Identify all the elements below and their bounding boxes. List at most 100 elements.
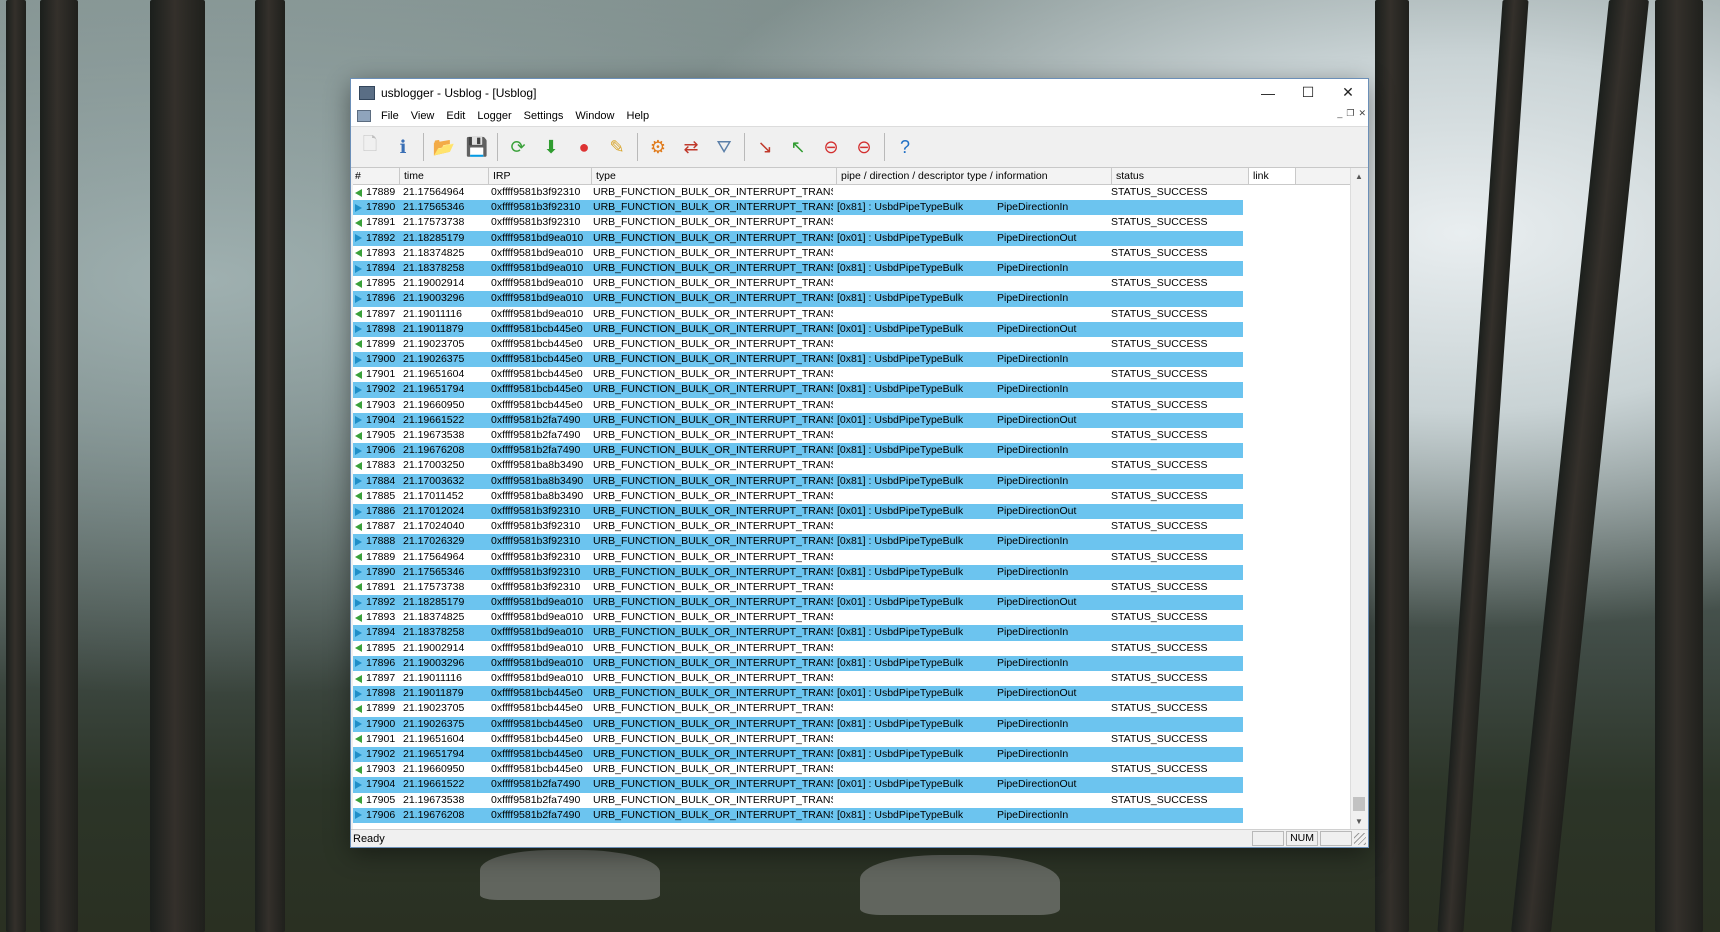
- table-row[interactable]: 17900 21.19026375 0xffff9581bcb445e0 URB_FU…: [353, 352, 1350, 368]
- menu-window[interactable]: Window: [569, 110, 620, 122]
- log-table[interactable]: # time IRP type pipe / direction / descr…: [353, 168, 1350, 829]
- table-row[interactable]: 17890 21.17565346 0xffff9581b3f92310 URB_FU…: [353, 564, 1350, 580]
- table-row[interactable]: 17893 21.18374825 0xffff9581bd9ea010 URB_FU…: [353, 610, 1350, 626]
- table-row[interactable]: 17903 21.19660950 0xffff9581bcb445e0 URB_FU…: [353, 762, 1350, 778]
- refresh-icon[interactable]: ⟳: [503, 132, 533, 162]
- table-row[interactable]: 17896 21.19003296 0xffff9581bd9ea010 URB_FU…: [353, 291, 1350, 307]
- table-row[interactable]: 17901 21.19651604 0xffff9581bcb445e0 URB_FU…: [353, 367, 1350, 383]
- column-header-number[interactable]: #: [353, 168, 400, 184]
- open-folder-icon[interactable]: 📂: [429, 132, 459, 162]
- table-row[interactable]: 17906 21.19676208 0xffff9581b2fa7490 URB_FU…: [353, 807, 1350, 823]
- scroll-up-icon[interactable]: ▲: [1351, 168, 1367, 184]
- mdi-minimize-button[interactable]: _: [1337, 108, 1342, 119]
- stop-in-icon[interactable]: ⊖: [816, 132, 846, 162]
- table-row[interactable]: 17891 21.17573738 0xffff9581b3f92310 URB_FU…: [353, 215, 1350, 231]
- table-row[interactable]: 17894 21.18378258 0xffff9581bd9ea010 URB_FU…: [353, 260, 1350, 277]
- table-row[interactable]: 17897 21.19011116 0xffff9581bd9ea010 URB_FU…: [353, 671, 1350, 687]
- cell-irp: 0xffff9581b2fa7490: [487, 443, 589, 459]
- table-row[interactable]: 17887 21.17024040 0xffff9581b3f92310 URB_FU…: [353, 519, 1350, 535]
- cell-time: 21.18378258: [399, 260, 487, 277]
- table-row[interactable]: 17903 21.19660950 0xffff9581bcb445e0 URB_FU…: [353, 397, 1350, 413]
- cell-link: [1243, 701, 1289, 717]
- menu-edit[interactable]: Edit: [440, 110, 471, 122]
- info-icon[interactable]: ℹ: [388, 132, 418, 162]
- row-number: 17889: [366, 186, 396, 198]
- table-row[interactable]: 17885 21.17011452 0xffff9581ba8b3490 URB_FU…: [353, 488, 1350, 504]
- mdi-restore-button[interactable]: ❐: [1346, 108, 1354, 119]
- table-row[interactable]: 17904 21.19661522 0xffff9581b2fa7490 URB_FU…: [353, 412, 1350, 428]
- table-row[interactable]: 17898 21.19011879 0xffff9581bcb445e0 URB_FU…: [353, 686, 1350, 702]
- direction-out-icon: [355, 704, 362, 713]
- save-icon[interactable]: 💾: [462, 132, 492, 162]
- table-row[interactable]: 17901 21.19651604 0xffff9581bcb445e0 URB_FU…: [353, 731, 1350, 747]
- arrow-out-icon[interactable]: ↖: [783, 132, 813, 162]
- stop-out-icon[interactable]: ⊖: [849, 132, 879, 162]
- table-row[interactable]: 17890 21.17565346 0xffff9581b3f92310 URB_FU…: [353, 200, 1350, 216]
- help-icon[interactable]: ?: [890, 132, 920, 162]
- mdi-close-button[interactable]: ✕: [1358, 108, 1366, 119]
- cell-irp: 0xffff9581bd9ea010: [491, 672, 584, 684]
- table-row[interactable]: 17884 21.17003632 0xffff9581ba8b3490 URB_FU…: [353, 473, 1350, 489]
- table-row[interactable]: 17894 21.18378258 0xffff9581bd9ea010 URB_FU…: [353, 625, 1350, 641]
- table-row[interactable]: 17897 21.19011116 0xffff9581bd9ea010 URB_FU…: [353, 306, 1350, 322]
- table-row[interactable]: 17898 21.19011879 0xffff9581bcb445e0 URB_FU…: [353, 321, 1350, 337]
- table-row[interactable]: 17886 21.17012024 0xffff9581b3f92310 URB_FU…: [353, 503, 1350, 520]
- filter-icon[interactable]: ⛛: [709, 132, 739, 162]
- table-row[interactable]: 17904 21.19661522 0xffff9581b2fa7490 URB_FU…: [353, 777, 1350, 793]
- column-header-time[interactable]: time: [400, 168, 489, 184]
- minimize-button[interactable]: —: [1248, 79, 1288, 106]
- document-icon[interactable]: [357, 110, 371, 122]
- download-icon[interactable]: ⬇: [536, 132, 566, 162]
- record-icon[interactable]: ●: [569, 132, 599, 162]
- table-row[interactable]: 17899 21.19023705 0xffff9581bcb445e0 URB_FU…: [353, 336, 1350, 353]
- column-header-status[interactable]: status: [1112, 168, 1249, 184]
- cell-number: 17898: [353, 686, 399, 702]
- cell-link: [1243, 473, 1289, 489]
- maximize-button[interactable]: ☐: [1288, 79, 1328, 106]
- table-row[interactable]: 17905 21.19673538 0xffff9581b2fa7490 URB_FU…: [353, 792, 1350, 808]
- table-row[interactable]: 17905 21.19673538 0xffff9581b2fa7490 URB_FU…: [353, 428, 1350, 444]
- table-row[interactable]: 17889 21.17564964 0xffff9581b3f92310 URB_FU…: [353, 185, 1350, 201]
- sync-icon[interactable]: ⇄: [676, 132, 706, 162]
- menu-logger[interactable]: Logger: [471, 110, 517, 122]
- column-header-type[interactable]: type: [592, 168, 837, 184]
- device-settings-icon[interactable]: ⚙: [643, 132, 673, 162]
- edit-icon[interactable]: ✎: [602, 132, 632, 162]
- table-row[interactable]: 17902 21.19651794 0xffff9581bcb445e0 URB_FU…: [353, 746, 1350, 763]
- scroll-down-icon[interactable]: ▼: [1351, 813, 1367, 829]
- table-row[interactable]: 17889 21.17564964 0xffff9581b3f92310 URB_FU…: [353, 549, 1350, 565]
- menu-view[interactable]: View: [405, 110, 441, 122]
- table-row[interactable]: 17891 21.17573738 0xffff9581b3f92310 URB_FU…: [353, 579, 1350, 596]
- table-row[interactable]: 17893 21.18374825 0xffff9581bd9ea010 URB_FU…: [353, 245, 1350, 261]
- menu-help[interactable]: Help: [621, 110, 656, 122]
- menu-settings[interactable]: Settings: [518, 110, 570, 122]
- resize-grip-icon[interactable]: [1354, 832, 1366, 845]
- status-pane-empty-2: [1320, 831, 1352, 846]
- table-row[interactable]: 17906 21.19676208 0xffff9581b2fa7490 URB_FU…: [353, 443, 1350, 459]
- table-row[interactable]: 17892 21.18285179 0xffff9581bd9ea010 URB_FU…: [353, 230, 1350, 246]
- table-row[interactable]: 17895 21.19002914 0xffff9581bd9ea010 URB_FU…: [353, 276, 1350, 292]
- table-row[interactable]: 17888 21.17026329 0xffff9581b3f92310 URB_FU…: [353, 534, 1350, 550]
- cell-pipe: [833, 580, 1107, 595]
- menu-file[interactable]: File: [375, 110, 405, 122]
- table-row[interactable]: 17899 21.19023705 0xffff9581bcb445e0 URB_FU…: [353, 701, 1350, 717]
- table-row[interactable]: 17895 21.19002914 0xffff9581bd9ea010 URB_FU…: [353, 640, 1350, 656]
- column-header-link[interactable]: link: [1249, 168, 1296, 184]
- column-header-pipe[interactable]: pipe / direction / descriptor type / inf…: [837, 168, 1112, 184]
- title-bar[interactable]: usblogger - Usblog - [Usblog] — ☐ ✕: [351, 79, 1368, 106]
- pipe-descriptor: [837, 732, 997, 747]
- table-row[interactable]: 17900 21.19026375 0xffff9581bcb445e0 URB_FU…: [353, 716, 1350, 732]
- vertical-scrollbar[interactable]: ▲ ▼: [1350, 168, 1367, 829]
- row-number: 17884: [366, 474, 396, 487]
- column-header-irp[interactable]: IRP: [489, 168, 592, 184]
- table-row[interactable]: 17883 21.17003250 0xffff9581ba8b3490 URB_FU…: [353, 458, 1350, 474]
- table-row[interactable]: 17892 21.18285179 0xffff9581bd9ea010 URB_FU…: [353, 595, 1350, 611]
- arrow-in-icon[interactable]: ↘: [750, 132, 780, 162]
- cell-status: [1107, 746, 1243, 763]
- close-button[interactable]: ✕: [1328, 79, 1368, 106]
- table-row[interactable]: 17902 21.19651794 0xffff9581bcb445e0 URB_FU…: [353, 382, 1350, 398]
- table-row[interactable]: 17896 21.19003296 0xffff9581bd9ea010 URB_FU…: [353, 655, 1350, 671]
- new-document-icon[interactable]: 🗋: [355, 132, 385, 162]
- cell-type: URB_FUNCTION_BULK_OR_INTERRUPT_TRANSFER: [593, 368, 833, 381]
- scroll-thumb[interactable]: [1353, 797, 1365, 811]
